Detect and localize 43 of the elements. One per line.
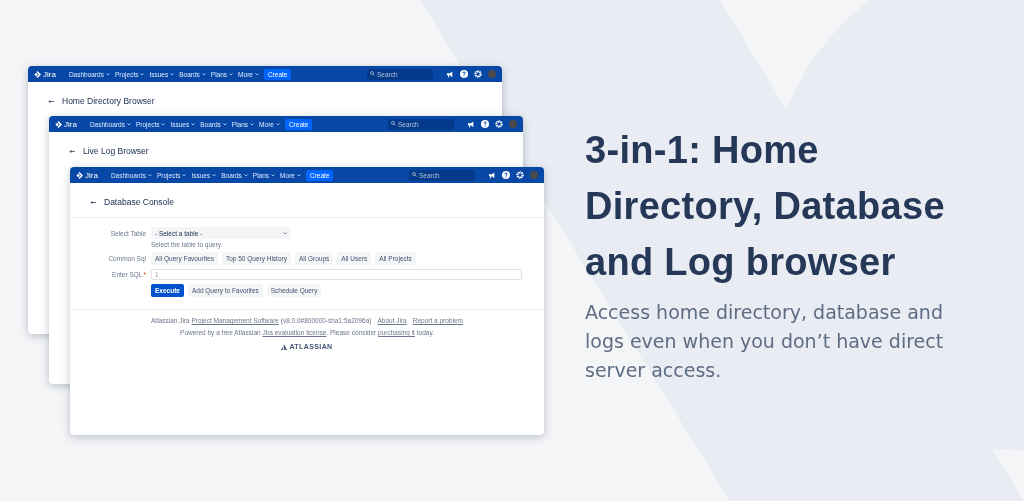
- back-arrow-icon[interactable]: [69, 148, 75, 154]
- megaphone-icon[interactable]: [488, 171, 496, 179]
- caret-icon: [161, 122, 166, 126]
- jira-logo-icon: [76, 171, 83, 179]
- help-icon[interactable]: [481, 120, 489, 128]
- atlassian-logo-icon: [281, 343, 288, 350]
- jira-logo[interactable]: Jira: [76, 170, 98, 180]
- caret-icon: [170, 72, 175, 76]
- back-arrow-icon[interactable]: [48, 98, 54, 104]
- caret-icon: [147, 173, 152, 177]
- headline: 3-in-1: Home Directory, Database and Log browser: [585, 128, 946, 285]
- caret-icon: [182, 173, 187, 177]
- caret-icon: [105, 72, 110, 76]
- page-title: Database Console: [104, 197, 174, 207]
- caret-icon: [243, 173, 248, 177]
- caret-icon: [229, 72, 234, 76]
- jira-logo-icon: [55, 120, 62, 128]
- caret-icon: [271, 173, 276, 177]
- caret-icon: [201, 72, 206, 76]
- caret-icon: [283, 231, 287, 235]
- page-title: Home Directory Browser: [62, 96, 155, 106]
- caret-icon: [222, 122, 227, 126]
- jira-logo[interactable]: Jira: [34, 69, 56, 79]
- caret-icon: [296, 173, 301, 177]
- caret-icon: [250, 122, 255, 126]
- settings-icon[interactable]: [495, 120, 503, 128]
- page-title: Live Log Browser: [83, 146, 149, 156]
- caret-icon: [140, 72, 145, 76]
- megaphone-icon[interactable]: [467, 120, 475, 128]
- help-icon[interactable]: [460, 70, 468, 78]
- caret-icon: [275, 122, 280, 126]
- jira-logo-icon: [34, 70, 41, 78]
- settings-icon[interactable]: [516, 171, 524, 179]
- help-icon[interactable]: [502, 171, 510, 179]
- back-arrow-icon[interactable]: [90, 199, 96, 205]
- caret-icon: [191, 122, 196, 126]
- settings-icon[interactable]: [474, 70, 482, 78]
- jira-logo[interactable]: Jira: [55, 119, 77, 129]
- caret-icon: [126, 122, 131, 126]
- caret-icon: [212, 173, 217, 177]
- description: Access home directory, database and logs even when you don’t have direct server access.: [585, 300, 945, 383]
- megaphone-icon[interactable]: [446, 70, 454, 78]
- caret-icon: [254, 72, 259, 76]
